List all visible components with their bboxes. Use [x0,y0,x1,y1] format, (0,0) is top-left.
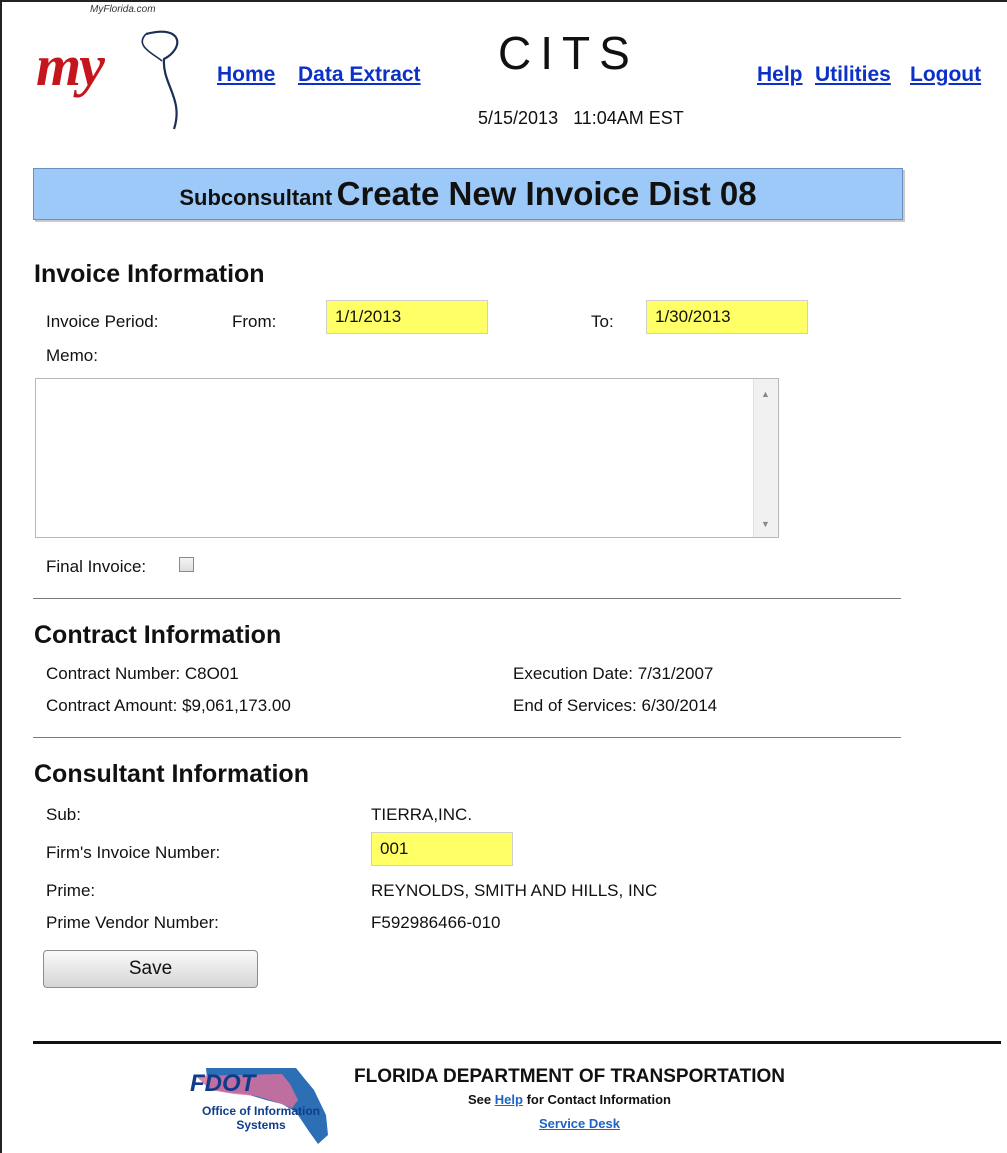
to-label: To: [591,312,614,331]
page-frame-top [0,0,1007,2]
nav-logout-link[interactable]: Logout [910,63,981,87]
service-desk-link[interactable]: Service Desk [539,1116,620,1131]
firm-invoice-number-input[interactable] [371,832,513,866]
final-invoice-checkbox[interactable] [179,557,194,572]
prime-vendor-number-label: Prime Vendor Number: [46,913,219,932]
firm-invoice-number-label: Firm's Invoice Number: [46,843,221,862]
memo-textarea[interactable] [36,379,758,541]
footer-title: FLORIDA DEPARTMENT OF TRANSPORTATION [354,1066,785,1087]
section-divider [33,598,901,599]
footer-help-prefix: See [468,1092,492,1107]
fdot-office-caption: Office of Information Systems [202,1104,320,1132]
execution-date: Execution Date: 7/31/2007 [513,664,714,683]
end-of-services: End of Services: 6/30/2014 [513,696,718,715]
to-date-input[interactable] [646,300,808,334]
page-title: Create New Invoice Dist 08 [336,175,757,212]
footer-help-link[interactable]: Help [495,1092,523,1107]
nav-data-extract-link[interactable]: Data Extract [298,63,421,87]
logo-wordmark: my [36,33,105,98]
memo-label: Memo: [46,346,98,365]
current-datetime: 5/15/2013 11:04AM EST [478,108,684,128]
page-title-prefix: Subconsultant [179,185,333,210]
consultant-information-heading: Consultant Information [34,760,309,788]
section-divider [33,737,901,738]
from-label: From: [232,312,277,331]
invoice-period-label: Invoice Period: [46,312,159,331]
fdot-wordmark: FDOT [190,1070,256,1097]
nav-home-link[interactable]: Home [217,63,275,87]
final-invoice-label: Final Invoice: [46,557,147,576]
sub-label: Sub: [46,805,81,824]
prime-vendor-number-value: F592986466-010 [371,913,501,932]
memo-scrollbar[interactable]: ▲ ▼ [753,379,778,537]
footer-help-text: See Help for Contact Information [468,1092,671,1107]
page-frame-left [0,0,2,1153]
prime-value: REYNOLDS, SMITH AND HILLS, INC [371,881,658,900]
scroll-down-icon[interactable]: ▼ [761,519,770,529]
contract-information-heading: Contract Information [34,621,282,649]
save-button[interactable]: Save [43,950,258,988]
contract-amount: Contract Amount: $9,061,173.00 [46,696,291,715]
scroll-up-icon[interactable]: ▲ [761,389,770,399]
prime-label: Prime: [46,881,96,900]
memo-container: ▲ ▼ [35,378,779,541]
footer-divider [33,1041,1001,1044]
sub-value: TIERRA,INC. [371,805,473,824]
app-title: CITS [498,27,639,79]
nav-utilities-link[interactable]: Utilities [815,63,891,87]
page-title-banner: Subconsultant Create New Invoice Dist 08 [33,168,903,220]
from-date-input[interactable] [326,300,488,334]
contract-number: Contract Number: C8O01 [46,664,239,683]
nav-help-link[interactable]: Help [757,63,803,87]
footer-help-suffix: for Contact Information [526,1092,671,1107]
logo-caption: MyFlorida.com [90,4,156,15]
invoice-information-heading: Invoice Information [34,260,265,288]
